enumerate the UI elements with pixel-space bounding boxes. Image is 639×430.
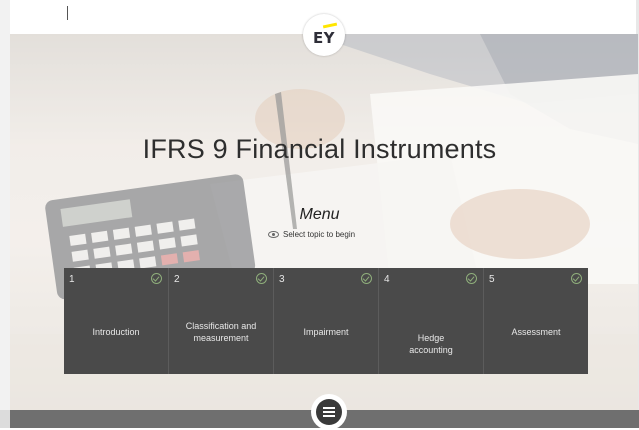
eye-icon [268, 231, 279, 238]
check-circle-icon [466, 273, 477, 284]
topic-label: Impairment [303, 327, 349, 337]
topic-menu: 1 Introduction 2 Classification and meas… [64, 268, 588, 374]
topic-tile-hedge-accounting[interactable]: 4 Hedge accounting [379, 268, 484, 374]
course-window: EY IFRS 9 Financial Instruments Menu Sel… [0, 0, 639, 430]
toolbar-divider [67, 6, 68, 20]
topic-number: 1 [69, 274, 75, 285]
menu-hint: Select topic to begin [268, 230, 355, 239]
topic-number: 4 [384, 274, 390, 285]
check-circle-icon [571, 273, 582, 284]
menu-hint-text: Select topic to begin [283, 230, 356, 239]
topic-number: 5 [489, 274, 495, 285]
check-circle-icon [151, 273, 162, 284]
topic-tile-introduction[interactable]: 1 Introduction [64, 268, 169, 374]
topic-label: Introduction [92, 327, 140, 337]
ey-logo-accent-bar [322, 22, 338, 29]
check-circle-icon [256, 273, 267, 284]
check-circle-icon [361, 273, 372, 284]
bottom-left-edge [0, 410, 10, 428]
ey-logo-text: EY [312, 29, 336, 47]
topic-number: 3 [279, 274, 285, 285]
topic-number: 2 [174, 274, 180, 285]
topic-label: Assessment [511, 327, 561, 337]
main-menu-button[interactable] [311, 394, 347, 430]
course-title: IFRS 9 Financial Instruments [142, 134, 497, 164]
menu-heading: Menu [299, 206, 340, 223]
topic-tile-classification-and-measurement[interactable]: 2 Classification and measurement [169, 268, 274, 374]
topic-label: Hedge accounting [409, 333, 453, 355]
hamburger-menu-icon [316, 399, 342, 425]
topic-label: Classification and measurement [185, 321, 257, 343]
topic-tile-impairment[interactable]: 3 Impairment [274, 268, 379, 374]
ey-logo: EY [303, 14, 345, 56]
topic-tile-assessment[interactable]: 5 Assessment [484, 268, 588, 374]
